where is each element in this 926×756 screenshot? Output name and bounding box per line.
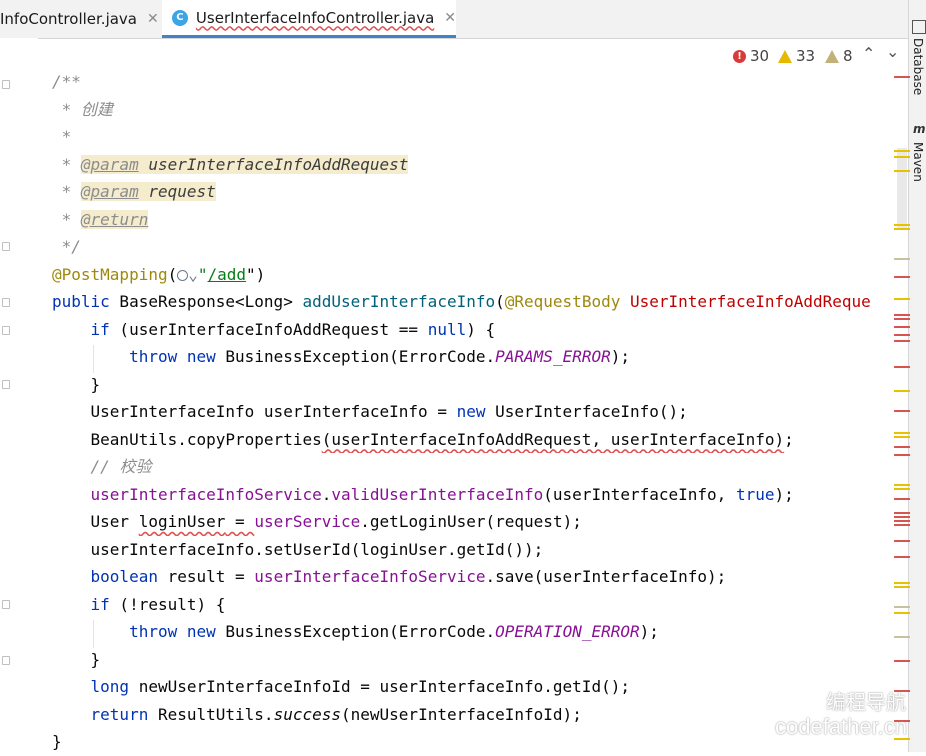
tab-user-interface-info-controller[interactable]: C UserInterfaceInfoController.java ✕ (162, 0, 456, 38)
stripe-marker[interactable] (894, 498, 910, 500)
code-line: long newUserInterfaceInfoId = userInterf… (90, 677, 630, 696)
stripe-marker[interactable] (894, 586, 910, 588)
stripe-marker[interactable] (894, 612, 910, 614)
code-line: userInterfaceInfo.setUserId(loginUser.ge… (90, 539, 544, 559)
database-icon[interactable] (912, 20, 926, 34)
chevron-down-icon[interactable]: ⌄ (886, 42, 899, 61)
fold-marker[interactable] (2, 242, 10, 251)
stripe-marker[interactable] (894, 582, 910, 584)
database-tool-button[interactable]: Database (911, 38, 925, 95)
code-line: throw new BusinessException(ErrorCode.PA… (129, 347, 630, 366)
code-line: if (!result) { (90, 594, 226, 614)
tab-label: InfoController.java (0, 10, 137, 28)
stripe-marker[interactable] (894, 432, 910, 434)
tab-label: UserInterfaceInfoController.java (195, 8, 435, 27)
stripe-marker[interactable] (894, 228, 910, 230)
stripe-marker[interactable] (894, 276, 910, 278)
watermark-en: codefather.cn (775, 714, 908, 739)
stripe-marker[interactable] (894, 366, 910, 368)
stripe-marker[interactable] (894, 318, 910, 320)
stripe-marker[interactable] (894, 512, 910, 514)
fold-marker[interactable] (2, 600, 10, 609)
weak-warning-count[interactable]: 8 (825, 46, 853, 66)
stripe-marker[interactable] (894, 298, 910, 300)
stripe-marker[interactable] (894, 488, 910, 490)
code-editor[interactable]: /** * 创建 * * @param userInterfaceInfoAdd… (52, 68, 908, 756)
stripe-marker[interactable] (894, 606, 910, 608)
code-line: } (90, 374, 101, 394)
maven-tool-button[interactable]: Maven (911, 142, 925, 182)
code-line: * 创建 (52, 99, 113, 119)
weak-warning-icon (825, 49, 839, 63)
tab-info-controller[interactable]: InfoController.java ✕ (0, 0, 160, 38)
endpoint-link[interactable]: /add (208, 265, 247, 284)
stripe-marker[interactable] (894, 436, 910, 438)
code-line: * @return (52, 209, 149, 229)
chevron-down-icon: ⌄ (188, 264, 198, 284)
fold-marker[interactable] (2, 298, 10, 307)
fold-marker[interactable] (2, 326, 10, 335)
code-line: UserInterfaceInfo userInterfaceInfo = ne… (90, 402, 688, 421)
stripe-marker[interactable] (894, 540, 910, 542)
stripe-marker[interactable] (894, 390, 910, 392)
code-line: boolean result = userInterfaceInfoServic… (90, 567, 727, 586)
code-line: public BaseResponse<Long> addUserInterfa… (52, 292, 871, 311)
error-icon: ! (733, 49, 746, 63)
stripe-marker[interactable] (894, 524, 910, 526)
fold-marker[interactable] (2, 656, 10, 665)
stripe-marker[interactable] (894, 76, 910, 78)
stripe-marker[interactable] (894, 520, 910, 522)
code-line: /** (52, 72, 81, 91)
stripe-marker[interactable] (894, 516, 910, 518)
close-icon[interactable]: ✕ (444, 10, 456, 26)
code-line: @PostMapping(⌄"/add") (52, 264, 266, 284)
stripe-marker[interactable] (894, 156, 910, 158)
maven-icon[interactable]: m (913, 122, 926, 136)
code-line: if (userInterfaceInfoAddRequest == null)… (90, 319, 496, 339)
close-icon[interactable]: ✕ (147, 11, 159, 27)
watermark-cn: 编程导航 (826, 690, 906, 714)
stripe-marker[interactable] (894, 484, 910, 486)
code-line: } (90, 649, 101, 669)
code-line: * @param request (52, 182, 216, 201)
editor-gutter (0, 38, 38, 752)
chevron-up-icon[interactable]: ⌃ (862, 44, 875, 63)
globe-icon[interactable] (177, 269, 189, 281)
code-line: throw new BusinessException(ErrorCode.OP… (129, 622, 659, 641)
warning-icon (778, 49, 792, 63)
error-count[interactable]: ! 30 (733, 46, 769, 66)
stripe-marker[interactable] (894, 224, 910, 226)
code-line: // 校验 (90, 457, 152, 476)
stripe-marker[interactable] (894, 334, 910, 336)
code-line: userInterfaceInfoService.validUserInterf… (90, 484, 794, 504)
fold-marker[interactable] (2, 380, 10, 389)
stripe-marker[interactable] (894, 150, 910, 152)
stripe-marker[interactable] (894, 258, 910, 260)
code-line: * @param userInterfaceInfoAddRequest (52, 154, 409, 174)
stripe-marker[interactable] (894, 660, 910, 662)
code-line: */ (52, 237, 81, 256)
editor-scrollbar-thumb[interactable] (897, 148, 907, 228)
warning-count[interactable]: 33 (778, 46, 815, 66)
stripe-marker[interactable] (894, 446, 910, 448)
stripe-marker[interactable] (894, 326, 910, 328)
stripe-marker[interactable] (894, 454, 910, 456)
stripe-marker[interactable] (894, 410, 910, 412)
code-line: BeanUtils.copyProperties(userInterfaceIn… (90, 429, 794, 449)
stripe-marker[interactable] (894, 340, 910, 342)
stripe-marker[interactable] (894, 556, 910, 558)
stripe-marker[interactable] (894, 170, 910, 172)
right-tool-window-strip: Database m Maven (908, 0, 926, 752)
editor-tab-bar: InfoController.java ✕ C UserInterfaceInf… (0, 0, 908, 39)
fold-marker[interactable] (2, 80, 10, 89)
code-line: * (52, 127, 72, 146)
code-line: User loginUser = userService.getLoginUse… (90, 512, 582, 531)
stripe-marker[interactable] (894, 314, 910, 316)
java-class-icon: C (172, 9, 188, 26)
stripe-marker[interactable] (894, 636, 910, 638)
